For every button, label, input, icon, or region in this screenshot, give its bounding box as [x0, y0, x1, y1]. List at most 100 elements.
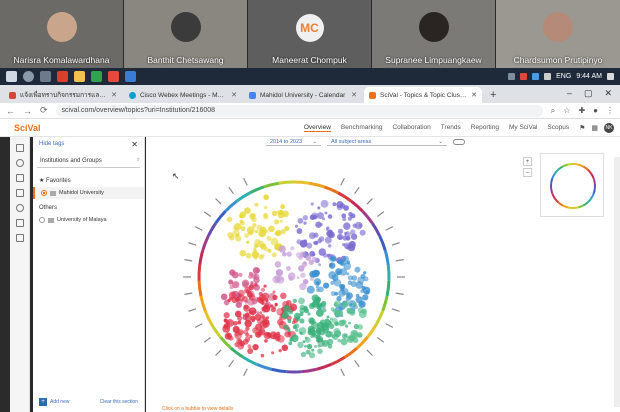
- topic-bubble[interactable]: [348, 321, 351, 325]
- nav-my-scival[interactable]: My SciVal: [509, 124, 537, 132]
- topic-bubble[interactable]: [274, 277, 281, 284]
- topic-bubble[interactable]: [286, 251, 292, 257]
- zoom-icon[interactable]: ⌕: [551, 106, 555, 116]
- maximize-icon[interactable]: ▢: [584, 88, 593, 99]
- topic-bubble[interactable]: [263, 284, 267, 288]
- topic-bubble[interactable]: [330, 307, 335, 312]
- topic-bubble[interactable]: [326, 226, 330, 230]
- topic-bubble[interactable]: [305, 254, 312, 261]
- topic-bubble[interactable]: [346, 307, 354, 315]
- reload-icon[interactable]: ⟳: [40, 105, 48, 116]
- topic-bubble[interactable]: [252, 343, 259, 351]
- topic-bubble[interactable]: [264, 339, 268, 343]
- topic-bubble[interactable]: [254, 230, 258, 234]
- topic-bubble[interactable]: [280, 229, 286, 235]
- topic-bubble[interactable]: [287, 272, 296, 281]
- topic-bubble[interactable]: [249, 310, 253, 315]
- topic-bubble[interactable]: [311, 321, 319, 330]
- reports-icon[interactable]: [15, 234, 24, 242]
- topic-bubble[interactable]: [358, 223, 363, 228]
- topic-bubble[interactable]: [352, 332, 359, 339]
- nav-benchmarking[interactable]: Benchmarking: [341, 124, 383, 132]
- topic-bubble[interactable]: [257, 240, 265, 248]
- topic-bubble[interactable]: [307, 312, 311, 316]
- topic-bubble[interactable]: [332, 202, 337, 207]
- topic-bubble[interactable]: [242, 338, 249, 345]
- topic-bubble[interactable]: [237, 320, 242, 325]
- topic-bubble[interactable]: [264, 229, 269, 234]
- minimize-icon[interactable]: –: [567, 88, 572, 99]
- grid-icon[interactable]: ▦: [591, 124, 598, 132]
- browser-tab[interactable]: Mahidol University - Calendar ✕: [244, 87, 362, 103]
- topic-bubble[interactable]: [333, 279, 342, 287]
- topic-bubble[interactable]: [318, 337, 323, 343]
- topic-bubble[interactable]: [234, 310, 242, 318]
- list-item-selected[interactable]: Mahidol University: [33, 187, 144, 199]
- nav-scopus[interactable]: Scopus: [547, 124, 569, 132]
- topic-bubble[interactable]: [362, 286, 371, 295]
- topic-bubble[interactable]: [299, 240, 307, 248]
- topic-bubble[interactable]: [321, 217, 326, 221]
- topic-bubble[interactable]: [296, 228, 303, 234]
- topic-bubble[interactable]: [244, 233, 249, 238]
- topic-bubble[interactable]: [261, 301, 265, 305]
- tray-icon[interactable]: [532, 73, 540, 80]
- topic-bubble[interactable]: [298, 327, 307, 336]
- participant-tile[interactable]: Narisra Komalawardhana: [0, 0, 124, 68]
- topic-bubble[interactable]: [355, 293, 360, 298]
- topic-bubble[interactable]: [272, 290, 276, 294]
- topic-bubble[interactable]: [271, 252, 277, 258]
- topic-bubble[interactable]: [275, 269, 284, 277]
- topic-bubble[interactable]: [328, 229, 333, 234]
- topic-bubble[interactable]: [347, 275, 354, 281]
- vertical-scrollbar[interactable]: [614, 157, 620, 407]
- topic-bubble[interactable]: [346, 292, 353, 299]
- topic-bubble[interactable]: [288, 341, 293, 346]
- topic-bubble[interactable]: [256, 224, 263, 231]
- topic-bubble[interactable]: [299, 304, 305, 310]
- tray-icon[interactable]: [508, 73, 516, 80]
- app-icon[interactable]: [91, 71, 102, 82]
- topic-bubble[interactable]: [331, 317, 338, 324]
- topic-bubble[interactable]: [352, 302, 358, 307]
- topic-bubble[interactable]: [300, 272, 306, 278]
- topic-bubble[interactable]: [298, 255, 303, 261]
- topic-bubble[interactable]: [295, 328, 299, 332]
- topic-bubbles[interactable]: [220, 194, 371, 359]
- topic-bubble[interactable]: [277, 318, 284, 326]
- topic-bubble[interactable]: [317, 238, 322, 244]
- topic-bubble[interactable]: [252, 327, 259, 334]
- topic-bubble[interactable]: [326, 315, 330, 319]
- topic-bubble[interactable]: [261, 292, 270, 300]
- topic-bubble[interactable]: [274, 261, 282, 268]
- topic-bubble[interactable]: [363, 271, 367, 275]
- topic-bubble[interactable]: [314, 344, 318, 348]
- close-tab-icon[interactable]: ✕: [471, 91, 477, 99]
- topic-bubble[interactable]: [334, 291, 339, 296]
- topic-bubble[interactable]: [290, 334, 299, 343]
- radio-unselected[interactable]: [39, 217, 45, 223]
- topic-bubble[interactable]: [254, 256, 258, 260]
- topic-bubble[interactable]: [247, 344, 252, 349]
- bookmark-star-icon[interactable]: ☆: [563, 106, 570, 116]
- topic-bubble[interactable]: [330, 280, 335, 285]
- topic-bubble[interactable]: [343, 205, 349, 211]
- chrome-icon[interactable]: [57, 71, 68, 82]
- topic-bubble[interactable]: [297, 341, 304, 348]
- zoom-out-button[interactable]: –: [523, 168, 532, 177]
- topic-bubble[interactable]: [282, 252, 287, 257]
- app-icon[interactable]: [125, 71, 136, 82]
- topic-bubble[interactable]: [324, 236, 332, 244]
- radio-selected[interactable]: [41, 190, 47, 196]
- topic-bubble[interactable]: [277, 211, 285, 219]
- close-tab-icon[interactable]: ✕: [111, 91, 117, 99]
- topic-bubble[interactable]: [252, 266, 260, 274]
- minimap[interactable]: [540, 153, 604, 217]
- topic-bubble[interactable]: [253, 282, 258, 287]
- topic-bubble[interactable]: [304, 344, 307, 348]
- topic-bubble[interactable]: [320, 199, 329, 208]
- topic-bubble[interactable]: [344, 324, 349, 328]
- topic-bubble[interactable]: [223, 324, 229, 329]
- topic-bubble[interactable]: [262, 304, 271, 313]
- topic-bubble[interactable]: [354, 266, 361, 273]
